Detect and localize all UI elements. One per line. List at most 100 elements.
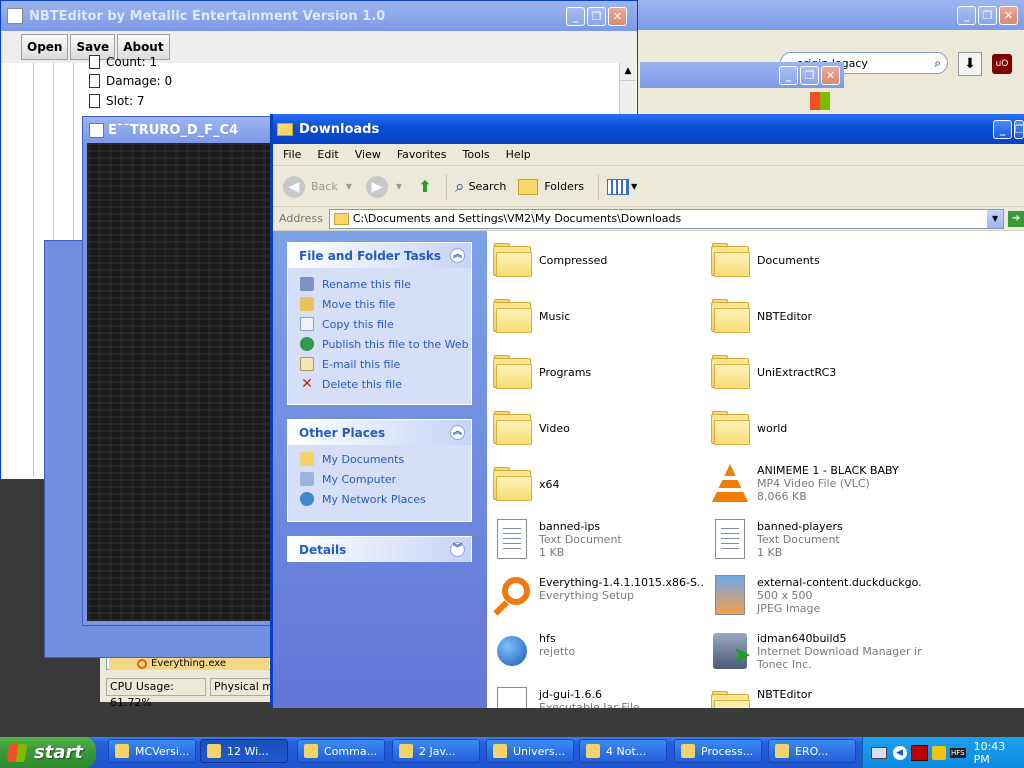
menu-view[interactable]: View [355,148,381,161]
clock: 10:43 PM [973,739,1006,766]
file-item[interactable]: banned-players Text Document 1 KB [707,516,922,568]
chevron-down-icon[interactable]: ︾ [450,542,465,557]
search-icon[interactable]: ⌕ [934,56,941,71]
file-item[interactable]: Programs [489,348,704,400]
file-item[interactable]: banned-ips Text Document 1 KB [489,516,704,568]
file-item[interactable]: ANIMEME 1 - BLACK BABY MP4 Video File (VL… [707,460,922,512]
folders-button[interactable]: Folders [518,178,584,195]
file-item[interactable]: ➤ idman640build5 Internet Download Manager… [707,628,922,680]
process-row[interactable]: Everything.exe [109,657,269,670]
shield-icon[interactable] [932,745,946,760]
start-button[interactable]: start [0,737,96,768]
folder-icon [707,292,753,338]
file-item[interactable]: Everything-1.4.1.1015.x86-S... Everything… [489,572,704,624]
file-item[interactable]: NBTEditor [707,684,922,708]
go-arrow-icon[interactable]: ➔ [1008,210,1024,227]
ublock-icon[interactable]: uO [992,54,1012,74]
publish-web-link[interactable]: Publish this file to the Web [288,334,471,354]
file-type: Everything Setup [539,589,635,602]
chevron-down-icon[interactable]: ▼ [396,182,402,191]
back-button[interactable]: ◀ Back ▼ [283,175,352,198]
taskbar-button[interactable]: 12 Wi... [200,739,288,763]
file-item[interactable]: external-content.duckduckgo.... 500 x 500… [707,572,922,624]
minimize-icon[interactable]: _ [779,65,798,85]
file-item[interactable]: UniExtractRC3 [707,348,922,400]
my-documents-link[interactable]: My Documents [288,449,471,469]
file-name: external-content.duckduckgo.... [757,576,922,589]
hfs-tray-icon[interactable]: HFS [949,747,966,758]
cpu-usage-text: CPU Usage: 61.72% [106,678,206,709]
search-button[interactable]: ⌕ Search [446,173,506,200]
file-item[interactable]: x64 [489,460,704,512]
scroll-up-icon[interactable]: ▲ [620,63,636,81]
open-button[interactable]: Open [21,34,69,60]
maximize-icon[interactable]: ❐ [978,5,997,25]
file-item-text: Video [535,404,570,435]
chevron-left-icon[interactable]: ◀ [892,745,907,760]
maximize-icon[interactable]: ❐ [587,6,606,26]
minimize-icon[interactable]: _ [993,119,1012,139]
taskbar-button[interactable]: ERO... [768,739,856,763]
taskbar-button[interactable]: Univers... [486,739,574,763]
taskbar-button[interactable]: 4 Not... [579,739,667,763]
chevron-up-icon[interactable]: ︽ [450,248,465,263]
other-places-header[interactable]: Other Places ︽ [288,420,471,445]
delete-icon: ✕ [301,376,313,392]
up-arrow-icon: ⬆ [418,177,432,196]
keyboard-icon[interactable] [871,746,887,759]
file-item[interactable]: hfs rejetto [489,628,704,680]
move-file-link[interactable]: Move this file [288,294,471,314]
file-item[interactable]: world [707,404,922,456]
file-item[interactable]: Documents [707,236,922,288]
email-file-link[interactable]: E-mail this file [288,354,471,374]
menu-edit[interactable]: Edit [317,148,338,161]
chevron-down-icon[interactable]: ▼ [346,182,352,191]
file-folder-tasks-header[interactable]: File and Folder Tasks ︽ [288,243,471,268]
tree-item-damage[interactable]: Damage: 0 [89,74,172,88]
menu-tools[interactable]: Tools [463,148,490,161]
taskbar-button[interactable]: 2 Jav... [392,739,480,763]
monitor-icon[interactable] [910,744,929,761]
file-item[interactable]: Video [489,404,704,456]
address-bar: Address C:\Documents and Settings\VM2\My… [273,207,1024,231]
forward-button[interactable]: ▶ ▼ [365,175,402,198]
download-icon[interactable]: ⬇ [958,52,982,76]
file-item[interactable]: Music [489,292,704,344]
taskbar-button[interactable]: MCVersi... [108,739,196,763]
maximize-icon[interactable]: ❐ [1014,119,1024,139]
maximize-icon[interactable]: ❐ [800,65,819,85]
minimize-icon[interactable]: _ [566,6,585,26]
file-size: Tonec Inc. [757,658,812,671]
menu-file[interactable]: File [283,148,301,161]
file-item[interactable]: NBTEditor [707,292,922,344]
delete-file-link[interactable]: ✕ Delete this file [288,374,471,394]
tree-item-count[interactable]: Count: 1 [89,55,157,69]
chevron-down-icon[interactable]: ▼ [987,209,1004,228]
close-icon[interactable]: ✕ [999,5,1018,25]
rename-file-link[interactable]: Rename this file [288,274,471,294]
tree-item-slot[interactable]: Slot: 7 [89,94,145,108]
minimize-icon[interactable]: _ [957,5,976,25]
app-icon [115,744,129,758]
address-input[interactable]: C:\Documents and Settings\VM2\My Documen… [328,208,1005,229]
file-item[interactable]: jd-gui-1.6.6 Executable Jar File [489,684,704,708]
minecraft-canvas[interactable] [87,143,277,621]
taskbar-button[interactable]: Comma... [297,739,385,763]
close-icon[interactable]: ✕ [608,6,627,26]
chevron-down-icon[interactable]: ▼ [631,182,637,191]
my-network-places-link[interactable]: My Network Places [288,489,471,509]
close-icon[interactable]: ✕ [821,65,840,85]
file-item[interactable]: Compressed [489,236,704,288]
file-type: Internet Download Manager in... [757,645,922,658]
up-folder-button[interactable]: ⬆ [414,176,436,198]
details-header[interactable]: Details ︾ [288,537,471,562]
folder-icon [489,404,535,450]
menu-favorites[interactable]: Favorites [397,148,447,161]
copy-file-link[interactable]: Copy this file [288,314,471,334]
views-button[interactable]: ▼ [598,173,637,200]
file-name: banned-players [757,520,843,533]
chevron-up-icon[interactable]: ︽ [450,425,465,440]
menu-help[interactable]: Help [506,148,531,161]
taskbar-button[interactable]: Process... [674,739,762,763]
my-computer-link[interactable]: My Computer [288,469,471,489]
